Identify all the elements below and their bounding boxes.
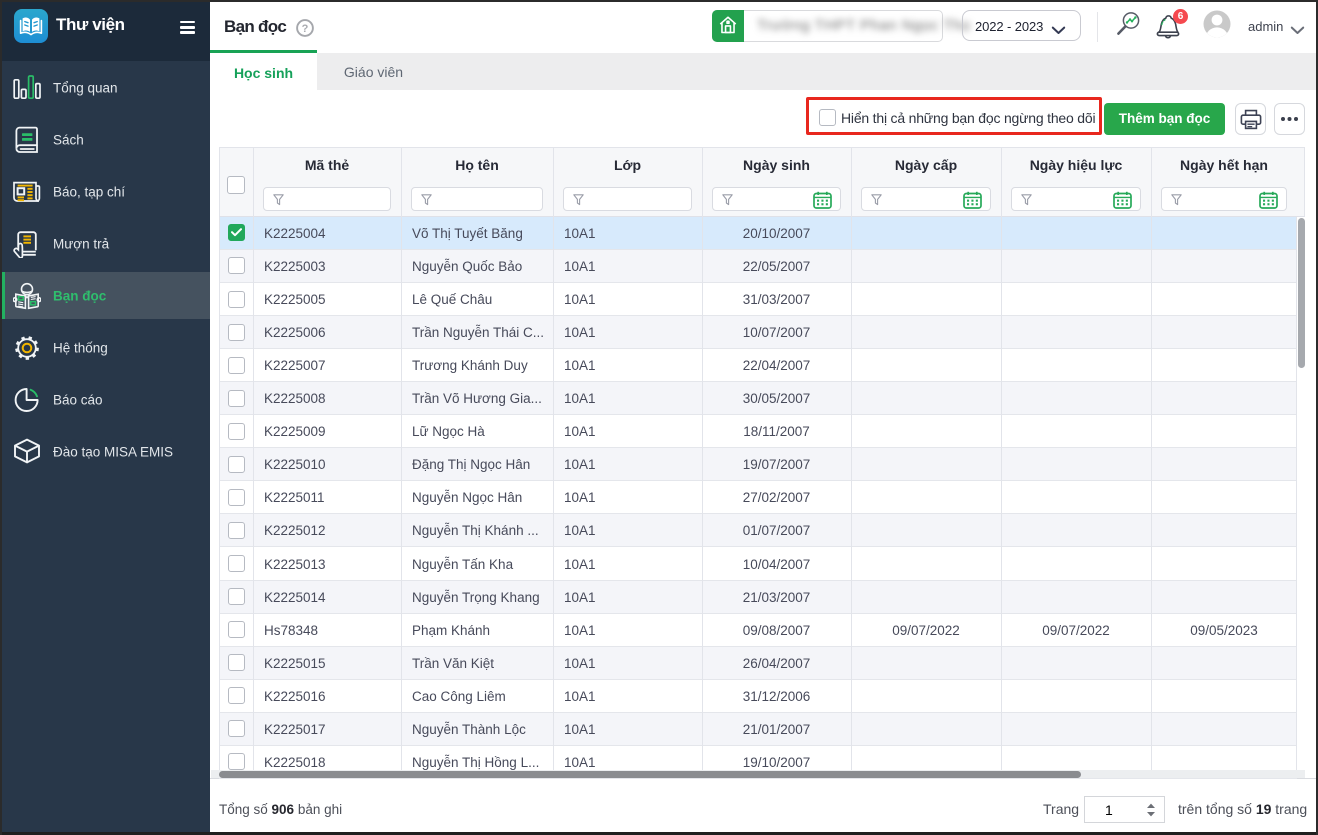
svg-text:?: ? (302, 23, 309, 35)
